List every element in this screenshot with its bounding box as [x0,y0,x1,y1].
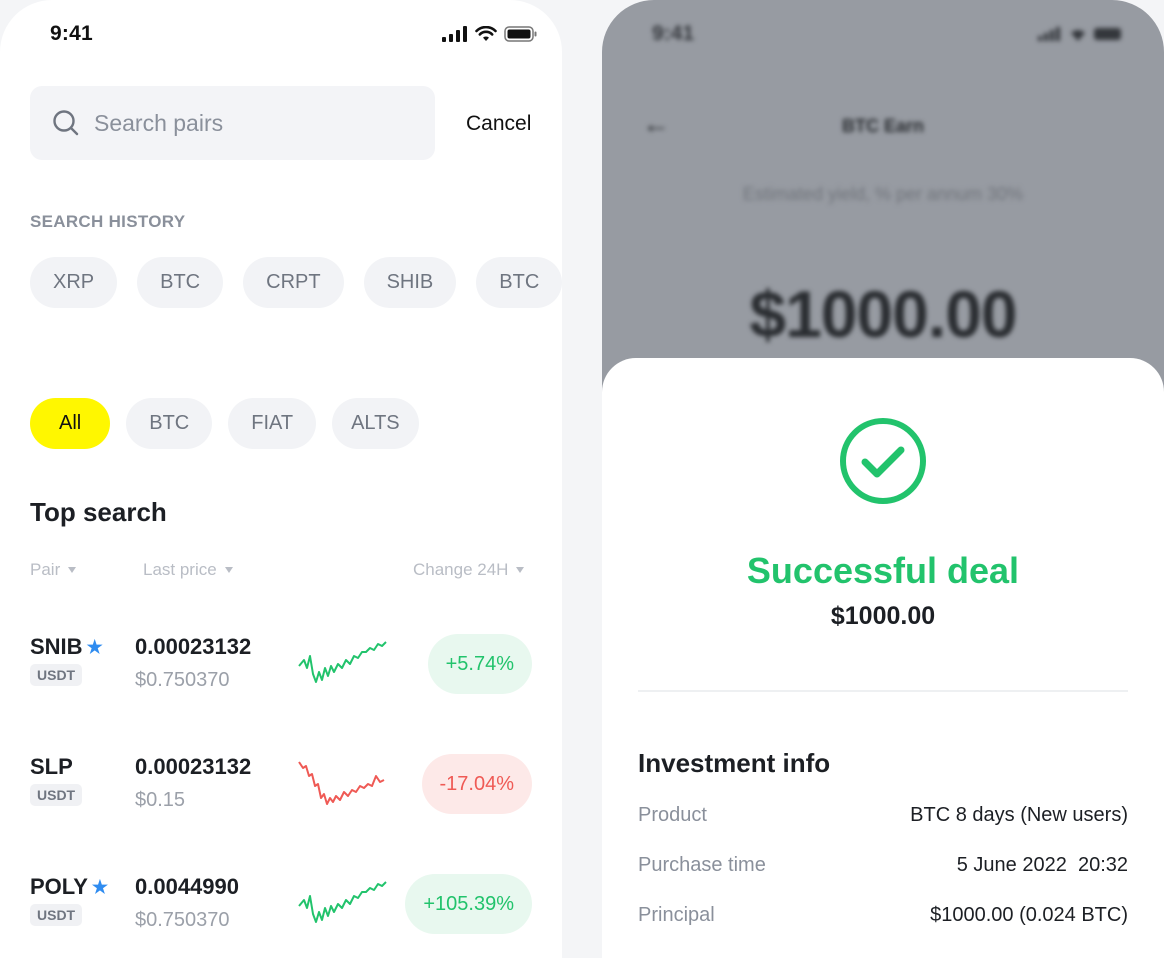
success-amount: $1000.00 [830,602,936,630]
signal-icon [442,26,467,42]
history-chip-btc-2[interactable]: BTC [476,257,562,308]
filter-all[interactable]: All [30,398,111,449]
status-icons [1038,27,1124,41]
sparkline-up-icon [298,881,387,923]
filter-btc[interactable]: BTC [126,398,213,449]
info-value: 5 June 2022 20:32 [956,854,1128,876]
sort-caret-icon [68,567,77,573]
usd-price: $0.15 [135,789,186,811]
info-row-principal: Principal $1000.00 (0.024 BTC) [638,904,1128,927]
search-history-list: XRP BTC CRPT SHIB BTC [30,257,562,308]
pair-symbol-text: POLY [30,874,88,899]
screen-title: BTC Earn [841,116,924,136]
pair-symbol-text: SNIB [30,634,83,659]
pair-row-slp[interactable]: SLP USDT 0.00023132 $0.15 -17.04% [30,754,532,814]
column-change[interactable]: Change 24H [413,560,525,580]
search-icon [53,110,79,136]
info-row-purchase-time: Purchase time 5 June 2022 20:32 [638,854,1128,877]
success-title: Successful deal [746,550,1020,591]
deal-success-screen: 9:41 ← BTC Earn Estimated yield, % per a… [602,0,1164,958]
status-time: 9:41 [652,22,695,45]
pair-symbol-text: SLP [30,754,73,779]
sparkline-up-icon [298,641,387,683]
column-pair-label: Pair [30,560,61,579]
history-chip-btc[interactable]: BTC [137,257,224,308]
last-price: 0.0044990 [135,874,239,899]
signal-icon [1038,27,1060,41]
change-badge: -17.04% [421,754,532,814]
info-label: Product [638,804,707,826]
filter-alts[interactable]: ALTS [332,398,419,449]
info-value: $1000.00 (0.024 BTC) [930,904,1128,926]
status-time: 9:41 [50,22,93,45]
usd-price: $0.750370 [135,669,230,691]
quote-badge: USDT [30,664,83,686]
column-change-label: Change 24H [413,560,509,579]
sort-caret-icon [516,567,525,573]
quote-badge: USDT [30,784,83,806]
top-search-title: Top search [30,497,167,527]
history-chip-xrp[interactable]: XRP [30,257,118,308]
success-sheet: Successful deal $1000.00 Investment info… [602,358,1164,958]
info-row-product: Product BTC 8 days (New users) [638,804,1128,827]
cancel-button[interactable]: Cancel [466,112,531,136]
info-value: BTC 8 days (New users) [910,804,1128,826]
pair-symbol: POLY ★ [30,874,108,900]
sort-caret-icon [224,567,233,573]
history-chip-crpt[interactable]: CRPT [243,257,344,308]
pair-symbol: SLP [30,754,73,780]
pair-symbol: SNIB ★ [30,634,103,660]
usd-price: $0.750370 [135,909,230,931]
column-last-price[interactable]: Last price [143,560,233,580]
wifi-icon [1071,30,1085,41]
quote-badge: USDT [30,904,83,926]
history-chip-shib[interactable]: SHIB [363,257,457,308]
last-price: 0.00023132 [135,634,252,659]
last-price: 0.00023132 [135,754,252,779]
search-bar[interactable] [30,86,435,160]
column-last-price-label: Last price [143,560,217,579]
star-icon[interactable]: ★ [87,637,103,658]
column-pair[interactable]: Pair [30,560,77,580]
check-circle-icon [840,418,926,504]
status-icons [442,26,538,42]
status-bar: 9:41 [652,20,1124,48]
change-badge: +105.39% [405,874,532,934]
background-amount: $1000.00 [749,277,1017,351]
battery-icon [1094,28,1121,40]
search-input[interactable] [94,109,394,137]
pair-row-poly[interactable]: POLY ★ USDT 0.0044990 $0.750370 +105.39% [30,874,532,934]
market-filter-tabs: All BTC FIAT ALTS [30,398,419,449]
investment-info-title: Investment info [638,748,831,778]
divider [638,690,1128,692]
info-label: Principal [638,904,715,926]
pair-row-snib[interactable]: SNIB ★ USDT 0.00023132 $0.750370 +5.74% [30,634,532,694]
star-icon[interactable]: ★ [92,877,108,898]
stage: 9:41 Cancel SEARCH HISTORY XRP BTC CRPT … [0,0,1164,958]
info-label: Purchase time [638,854,766,876]
filter-fiat[interactable]: FIAT [228,398,317,449]
battery-icon [504,26,537,42]
search-history-label: SEARCH HISTORY [30,212,186,231]
wifi-icon [475,26,497,41]
yield-text: Estimated yield, % per annum 30% [742,184,1024,204]
search-screen: 9:41 Cancel SEARCH HISTORY XRP BTC CRPT … [0,0,562,958]
change-badge: +5.74% [427,634,532,694]
sparkline-down-icon [298,761,385,805]
status-bar: 9:41 [50,20,538,48]
